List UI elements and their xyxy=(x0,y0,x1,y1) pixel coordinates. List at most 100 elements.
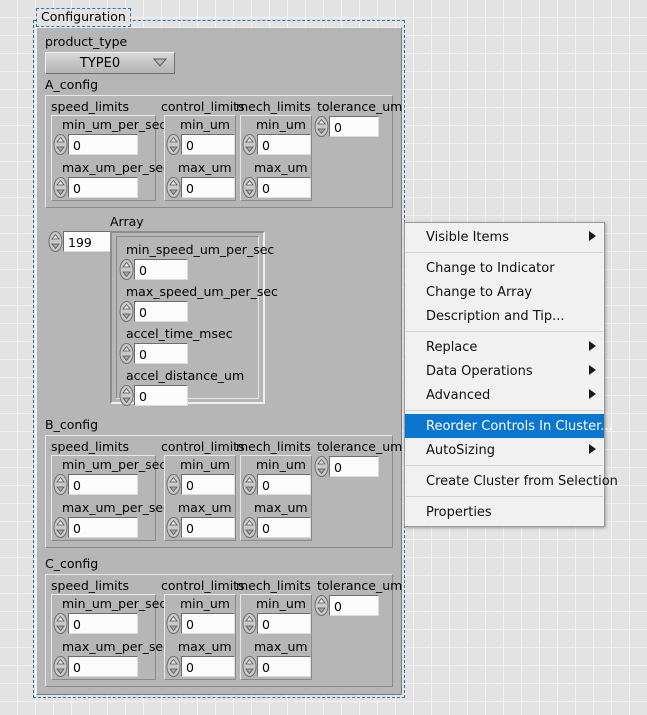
menu-item-create-cluster-from-selection[interactable]: Create Cluster from Selection xyxy=(405,469,618,493)
numeric-control-b-tolerance[interactable]: 0 xyxy=(314,456,379,477)
numeric-control-b-mech-min[interactable]: 0 xyxy=(242,474,311,495)
numeric-value-c-mech-min[interactable]: 0 xyxy=(257,613,311,634)
spinner-icon[interactable] xyxy=(119,259,134,280)
spinner-icon[interactable] xyxy=(166,656,181,677)
numeric-control-a-control-min[interactable]: 0 xyxy=(166,134,235,155)
numeric-value-array-accel-time[interactable]: 0 xyxy=(134,343,188,364)
numeric-value-c-control-max[interactable]: 0 xyxy=(181,656,235,677)
numeric-value-a-mech-max[interactable]: 0 xyxy=(257,177,311,198)
numeric-control-array-accel-time[interactable]: 0 xyxy=(119,343,188,364)
numeric-value-b-control-min[interactable]: 0 xyxy=(181,474,235,495)
spinner-icon[interactable] xyxy=(242,517,257,538)
numeric-control-b-speed-min[interactable]: 0 xyxy=(53,474,138,495)
spinner-icon[interactable] xyxy=(166,613,181,634)
numeric-value-c-mech-max[interactable]: 0 xyxy=(257,656,311,677)
numeric-control-c-tolerance[interactable]: 0 xyxy=(314,595,379,616)
menu-item-visible-items[interactable]: Visible Items xyxy=(405,225,604,249)
numeric-value-a-control-max[interactable]: 0 xyxy=(181,177,235,198)
spinner-icon[interactable] xyxy=(314,456,329,477)
numeric-control-c-mech-min[interactable]: 0 xyxy=(242,613,311,634)
menu-separator xyxy=(406,496,603,497)
menu-item-label: Properties xyxy=(426,504,492,520)
numeric-control-a-tolerance[interactable]: 0 xyxy=(314,116,379,137)
menu-item-data-operations[interactable]: Data Operations xyxy=(405,359,604,383)
spinner-icon[interactable] xyxy=(314,116,329,137)
numeric-value-b-speed-max[interactable]: 0 xyxy=(68,517,138,538)
spinner-icon[interactable] xyxy=(53,613,68,634)
numeric-control-b-mech-max[interactable]: 0 xyxy=(242,517,311,538)
spinner-icon[interactable] xyxy=(166,474,181,495)
menu-item-advanced[interactable]: Advanced xyxy=(405,383,604,407)
numeric-control-c-speed-min[interactable]: 0 xyxy=(53,613,138,634)
array-index-value[interactable]: 199 xyxy=(63,231,115,252)
numeric-value-a-mech-min[interactable]: 0 xyxy=(257,134,311,155)
spinner-icon[interactable] xyxy=(53,134,68,155)
spinner-icon[interactable] xyxy=(166,177,181,198)
numeric-value-a-control-min[interactable]: 0 xyxy=(181,134,235,155)
spinner-icon[interactable] xyxy=(242,134,257,155)
spinner-icon[interactable] xyxy=(119,301,134,322)
product-type-combobox[interactable]: TYPE0 xyxy=(45,52,175,74)
menu-item-description-and-tip[interactable]: Description and Tip... xyxy=(405,304,604,328)
menu-item-autosizing[interactable]: AutoSizing xyxy=(405,438,604,462)
spinner-icon[interactable] xyxy=(48,231,63,252)
field-label-a-control-min: min_um xyxy=(180,117,230,132)
numeric-control-a-mech-max[interactable]: 0 xyxy=(242,177,311,198)
numeric-value-a-tolerance[interactable]: 0 xyxy=(329,116,379,137)
numeric-value-array-min-speed[interactable]: 0 xyxy=(134,259,188,280)
numeric-value-c-control-min[interactable]: 0 xyxy=(181,613,235,634)
spinner-icon[interactable] xyxy=(119,385,134,406)
numeric-control-b-control-min[interactable]: 0 xyxy=(166,474,235,495)
numeric-control-b-speed-max[interactable]: 0 xyxy=(53,517,138,538)
group-label-mech-limits-a: mech_limits xyxy=(236,99,311,114)
numeric-control-c-control-max[interactable]: 0 xyxy=(166,656,235,677)
spinner-icon[interactable] xyxy=(314,595,329,616)
menu-item-change-to-indicator[interactable]: Change to Indicator xyxy=(405,256,604,280)
numeric-value-b-speed-min[interactable]: 0 xyxy=(68,474,138,495)
numeric-control-a-speed-max[interactable]: 0 xyxy=(53,177,138,198)
numeric-value-c-speed-max[interactable]: 0 xyxy=(68,656,138,677)
numeric-control-c-speed-max[interactable]: 0 xyxy=(53,656,138,677)
spinner-icon[interactable] xyxy=(166,517,181,538)
numeric-control-a-control-max[interactable]: 0 xyxy=(166,177,235,198)
numeric-control-array-min-speed[interactable]: 0 xyxy=(119,259,188,280)
field-label-b-control-min: min_um xyxy=(180,457,230,472)
spinner-icon[interactable] xyxy=(53,517,68,538)
numeric-control-b-control-max[interactable]: 0 xyxy=(166,517,235,538)
submenu-arrow-icon xyxy=(589,230,596,245)
numeric-value-a-speed-min[interactable]: 0 xyxy=(68,134,138,155)
spinner-icon[interactable] xyxy=(242,177,257,198)
menu-item-replace[interactable]: Replace xyxy=(405,335,604,359)
numeric-value-b-mech-min[interactable]: 0 xyxy=(257,474,311,495)
spinner-icon[interactable] xyxy=(166,134,181,155)
numeric-control-a-mech-min[interactable]: 0 xyxy=(242,134,311,155)
numeric-control-a-speed-min[interactable]: 0 xyxy=(53,134,138,155)
menu-item-reorder-controls-in-cluster[interactable]: Reorder Controls In Cluster... xyxy=(405,414,613,438)
spinner-icon[interactable] xyxy=(53,177,68,198)
numeric-control-c-mech-max[interactable]: 0 xyxy=(242,656,311,677)
numeric-control-c-control-min[interactable]: 0 xyxy=(166,613,235,634)
spinner-icon[interactable] xyxy=(242,474,257,495)
numeric-value-b-control-max[interactable]: 0 xyxy=(181,517,235,538)
numeric-value-c-speed-min[interactable]: 0 xyxy=(68,613,138,634)
menu-item-change-to-array[interactable]: Change to Array xyxy=(405,280,604,304)
spinner-icon[interactable] xyxy=(242,613,257,634)
numeric-value-c-tolerance[interactable]: 0 xyxy=(329,595,379,616)
numeric-control-array-max-speed[interactable]: 0 xyxy=(119,301,188,322)
menu-separator xyxy=(406,465,603,466)
field-label-c-mech-min: min_um xyxy=(256,596,306,611)
spinner-icon[interactable] xyxy=(119,343,134,364)
spinner-icon[interactable] xyxy=(53,474,68,495)
numeric-value-b-tolerance[interactable]: 0 xyxy=(329,456,379,477)
spinner-icon[interactable] xyxy=(53,656,68,677)
numeric-control-array-accel-distance[interactable]: 0 xyxy=(119,385,188,406)
numeric-value-a-speed-max[interactable]: 0 xyxy=(68,177,138,198)
menu-item-label: Replace xyxy=(426,339,478,355)
menu-item-properties[interactable]: Properties xyxy=(405,500,604,524)
spinner-icon[interactable] xyxy=(242,656,257,677)
context-menu[interactable]: Visible Items Change to Indicator Change t… xyxy=(404,222,618,527)
numeric-value-b-mech-max[interactable]: 0 xyxy=(257,517,311,538)
array-index-control[interactable]: 199 xyxy=(48,231,115,252)
numeric-value-array-accel-distance[interactable]: 0 xyxy=(134,385,188,406)
numeric-value-array-max-speed[interactable]: 0 xyxy=(134,301,188,322)
